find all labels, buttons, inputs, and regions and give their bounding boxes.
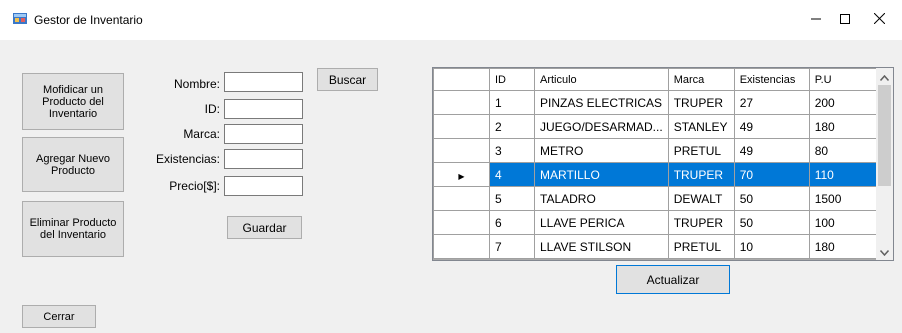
cell-articulo[interactable]: JUEGO/DESARMAD... bbox=[534, 114, 669, 139]
scroll-down-arrow[interactable] bbox=[876, 243, 893, 260]
cell-marca[interactable]: STANLEY bbox=[667, 114, 735, 139]
cell-marca[interactable]: TRUPER bbox=[667, 90, 735, 115]
close-label: Cerrar bbox=[43, 310, 75, 323]
search-label: Buscar bbox=[328, 72, 367, 87]
cell-id[interactable]: 3 bbox=[489, 138, 535, 163]
cell-marca[interactable]: TRUPER bbox=[667, 210, 735, 235]
delete-product-button[interactable]: Eliminar Producto del Inventario bbox=[22, 201, 124, 257]
chevron-down-icon bbox=[879, 245, 890, 259]
column-header-pu[interactable]: P.U bbox=[808, 68, 882, 91]
row-header[interactable] bbox=[433, 210, 490, 235]
column-header-marca[interactable]: Marca bbox=[667, 68, 735, 91]
cell-pu[interactable]: 110 bbox=[808, 162, 882, 187]
cell-pu[interactable]: 80 bbox=[808, 138, 882, 163]
cell-existencias[interactable]: 10 bbox=[733, 234, 810, 259]
cell-articulo[interactable]: TALADRO bbox=[534, 186, 669, 211]
cell-pu[interactable]: 1500 bbox=[808, 186, 882, 211]
row-header[interactable] bbox=[433, 234, 490, 259]
existencias-field[interactable] bbox=[224, 149, 303, 169]
modify-product-label: Mofidicar un Producto del Inventario bbox=[42, 83, 104, 120]
cell-pu[interactable]: 180 bbox=[808, 114, 882, 139]
cell-existencias[interactable]: 70 bbox=[733, 162, 810, 187]
scroll-thumb[interactable] bbox=[878, 85, 891, 186]
table-row[interactable]: 6 LLAVE PERICA TRUPER 50 100 bbox=[433, 210, 882, 235]
cell-marca[interactable]: PRETUL bbox=[667, 234, 735, 259]
cell-articulo[interactable]: LLAVE PERICA bbox=[534, 210, 669, 235]
column-header-existencias[interactable]: Existencias bbox=[733, 68, 810, 91]
cell-articulo[interactable]: PINZAS ELECTRICAS bbox=[534, 90, 669, 115]
cell-pu[interactable]: 100 bbox=[808, 210, 882, 235]
column-header-articulo[interactable]: Articulo bbox=[534, 68, 669, 91]
refresh-label: Actualizar bbox=[646, 272, 700, 287]
table-row[interactable]: 1 PINZAS ELECTRICAS TRUPER 27 200 bbox=[433, 90, 882, 115]
table-row[interactable]: 3 METRO PRETUL 49 80 bbox=[433, 138, 882, 163]
app-icon bbox=[12, 11, 28, 27]
cell-existencias[interactable]: 49 bbox=[733, 114, 810, 139]
cell-marca[interactable]: TRUPER bbox=[667, 162, 735, 187]
scroll-up-arrow[interactable] bbox=[876, 68, 893, 85]
precio-field[interactable] bbox=[224, 176, 303, 196]
grid-vertical-scrollbar[interactable] bbox=[876, 68, 893, 260]
row-header[interactable] bbox=[433, 138, 490, 163]
maximize-icon bbox=[840, 13, 850, 27]
table-row[interactable]: 2 JUEGO/DESARMAD... STANLEY 49 180 bbox=[433, 114, 882, 139]
close-icon bbox=[873, 12, 885, 27]
delete-product-label: Eliminar Producto del Inventario bbox=[29, 217, 117, 241]
id-label: ID: bbox=[204, 102, 220, 116]
row-header[interactable]: ▶ bbox=[433, 162, 490, 187]
add-product-label: Agregar Nuevo Producto bbox=[36, 152, 110, 177]
table-row-selected[interactable]: ▶ 4 MARTILLO TRUPER 70 110 bbox=[433, 162, 882, 187]
cell-existencias[interactable]: 50 bbox=[733, 210, 810, 235]
cell-articulo[interactable]: MARTILLO bbox=[534, 162, 669, 187]
row-header[interactable] bbox=[433, 114, 490, 139]
precio-label: Precio[$]: bbox=[169, 179, 220, 193]
cell-articulo[interactable]: METRO bbox=[534, 138, 669, 163]
close-button[interactable]: Cerrar bbox=[22, 305, 96, 328]
cell-id[interactable]: 2 bbox=[489, 114, 535, 139]
cell-id[interactable]: 5 bbox=[489, 186, 535, 211]
cell-pu[interactable]: 180 bbox=[808, 234, 882, 259]
cell-existencias[interactable]: 27 bbox=[733, 90, 810, 115]
table-row[interactable]: 7 LLAVE STILSON PRETUL 10 180 bbox=[433, 234, 882, 259]
cell-existencias[interactable]: 50 bbox=[733, 186, 810, 211]
row-header[interactable] bbox=[433, 186, 490, 211]
row-header[interactable] bbox=[433, 90, 490, 115]
inventory-grid[interactable]: ID Articulo Marca Existencias P.U 1 PINZ… bbox=[432, 67, 894, 261]
add-product-button[interactable]: Agregar Nuevo Producto bbox=[22, 137, 124, 192]
cell-id[interactable]: 4 bbox=[489, 162, 535, 187]
column-header-id[interactable]: ID bbox=[489, 68, 535, 91]
cell-articulo[interactable]: LLAVE STILSON bbox=[534, 234, 669, 259]
cell-marca[interactable]: DEWALT bbox=[667, 186, 735, 211]
save-button[interactable]: Guardar bbox=[227, 216, 302, 239]
cell-existencias[interactable]: 49 bbox=[733, 138, 810, 163]
grid-corner-header bbox=[433, 68, 490, 91]
id-field[interactable] bbox=[224, 99, 303, 119]
minimize-icon bbox=[811, 13, 821, 27]
refresh-button[interactable]: Actualizar bbox=[616, 265, 730, 294]
grid-header-row: ID Articulo Marca Existencias P.U bbox=[433, 68, 882, 91]
nombre-field[interactable] bbox=[224, 72, 303, 92]
chevron-up-icon bbox=[879, 70, 890, 84]
modify-product-button[interactable]: Mofidicar un Producto del Inventario bbox=[22, 73, 124, 130]
cell-id[interactable]: 7 bbox=[489, 234, 535, 259]
cell-pu[interactable]: 200 bbox=[808, 90, 882, 115]
save-label: Guardar bbox=[242, 220, 287, 235]
table-row[interactable]: 5 TALADRO DEWALT 50 1500 bbox=[433, 186, 882, 211]
marca-label: Marca: bbox=[183, 127, 220, 141]
nombre-label: Nombre: bbox=[173, 77, 220, 91]
existencias-label: Existencias: bbox=[155, 152, 220, 166]
cell-marca[interactable]: PRETUL bbox=[667, 138, 735, 163]
window-title: Gestor de Inventario bbox=[34, 13, 143, 27]
search-button[interactable]: Buscar bbox=[317, 68, 378, 91]
title-bar: Gestor de Inventario bbox=[0, 0, 902, 40]
current-row-icon: ▶ bbox=[458, 171, 465, 181]
cell-id[interactable]: 1 bbox=[489, 90, 535, 115]
marca-field[interactable] bbox=[224, 124, 303, 144]
cell-id[interactable]: 6 bbox=[489, 210, 535, 235]
close-window-button[interactable] bbox=[856, 0, 902, 40]
